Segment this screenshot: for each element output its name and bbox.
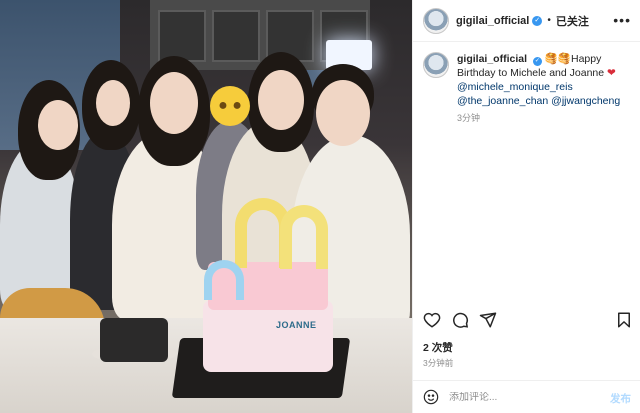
person-face xyxy=(150,72,198,134)
post-timestamp: 3分钟前 xyxy=(423,358,454,368)
red-heart-icon: ❤ xyxy=(607,67,616,79)
post-photo[interactable]: ● ● JOANNE xyxy=(0,0,412,413)
author-username[interactable]: gigilai_official xyxy=(456,15,529,27)
cake-small-rainbow xyxy=(204,260,244,300)
post-sidebar: gigilai_official ✓ • 已关注 ••• gigilai_off… xyxy=(412,0,640,413)
heart-icon[interactable] xyxy=(423,311,441,329)
separator-dot: • xyxy=(547,15,551,26)
action-bar xyxy=(423,311,633,331)
caption-body: gigilai_official ✓ 🥞🥞Happy Birthday to M… xyxy=(457,52,633,125)
person-face xyxy=(38,100,78,150)
person-face xyxy=(96,80,130,126)
emoji-picker-icon[interactable] xyxy=(423,389,439,405)
mention-link[interactable]: @the_joanne_chan xyxy=(457,95,548,107)
share-icon[interactable] xyxy=(479,311,497,329)
caption-avatar[interactable] xyxy=(423,52,449,78)
mention-link[interactable]: @michele_monique_reis xyxy=(457,80,633,94)
comment-input[interactable] xyxy=(449,391,589,403)
bookmark-icon[interactable] xyxy=(615,311,633,329)
verified-badge-icon: ✓ xyxy=(532,15,543,26)
cake-name-label: JOANNE xyxy=(276,320,317,330)
comment-bar: 发布 xyxy=(413,380,640,413)
emoji-face-sticker: ● ● xyxy=(210,86,250,126)
comment-icon[interactable] xyxy=(451,311,469,329)
mention-link[interactable]: @jjwangcheng xyxy=(551,95,620,107)
person-face xyxy=(258,70,304,130)
caption-username[interactable]: gigilai_official xyxy=(457,53,527,65)
post-header: gigilai_official ✓ • 已关注 ••• xyxy=(413,0,640,42)
verified-badge-icon: ✓ xyxy=(532,56,542,66)
birthday-cake xyxy=(203,300,333,372)
caption-timestamp: 3分钟 xyxy=(457,113,481,123)
small-cake xyxy=(100,318,168,362)
person-face xyxy=(316,80,370,146)
author-avatar[interactable] xyxy=(423,7,449,34)
more-options-icon[interactable]: ••• xyxy=(613,13,631,27)
caption: gigilai_official ✓ 🥞🥞Happy Birthday to M… xyxy=(423,52,633,125)
cake-rainbow-arch xyxy=(280,205,328,269)
post-comment-button[interactable]: 发布 xyxy=(610,391,631,406)
following-button[interactable]: 已关注 xyxy=(556,13,589,29)
likes-count[interactable]: 2 次赞 xyxy=(423,340,453,355)
